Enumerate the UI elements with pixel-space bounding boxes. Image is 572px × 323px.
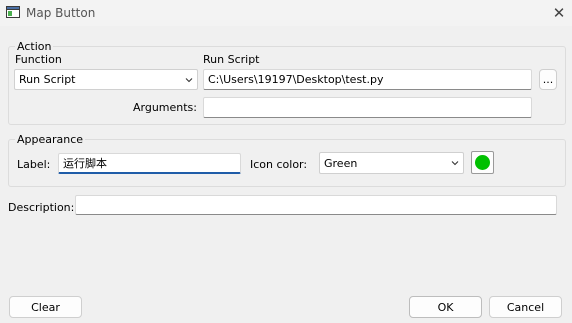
green-circle-icon bbox=[475, 155, 490, 170]
ok-button[interactable]: OK bbox=[409, 296, 482, 318]
function-label: Function bbox=[15, 53, 62, 66]
chevron-down-icon bbox=[451, 161, 459, 166]
color-swatch-button[interactable] bbox=[471, 151, 494, 174]
label-input[interactable]: 运行脚本 bbox=[58, 153, 241, 174]
browse-button[interactable]: ... bbox=[539, 69, 557, 90]
icon-color-select[interactable]: Green bbox=[319, 152, 464, 174]
app-icon bbox=[6, 5, 20, 19]
function-select[interactable]: Run Script bbox=[14, 69, 198, 90]
arguments-input[interactable] bbox=[203, 97, 532, 118]
description-label: Description: bbox=[8, 201, 75, 214]
script-path-input[interactable]: C:\Users\19197\Desktop\test.py bbox=[203, 69, 532, 90]
cancel-button[interactable]: Cancel bbox=[489, 296, 562, 318]
arguments-label: Arguments: bbox=[132, 101, 197, 114]
window-title: Map Button bbox=[26, 6, 96, 20]
chevron-down-icon bbox=[185, 77, 193, 82]
label-field-label: Label: bbox=[17, 158, 51, 171]
description-input[interactable] bbox=[75, 195, 557, 215]
function-select-value: Run Script bbox=[19, 73, 76, 86]
appearance-legend: Appearance bbox=[15, 133, 86, 146]
script-label: Run Script bbox=[203, 53, 260, 66]
action-legend: Action bbox=[15, 40, 54, 53]
icon-color-label: Icon color: bbox=[250, 158, 308, 171]
icon-color-value: Green bbox=[324, 156, 358, 170]
close-icon[interactable]: ✕ bbox=[548, 3, 570, 23]
clear-button[interactable]: Clear bbox=[9, 296, 82, 318]
